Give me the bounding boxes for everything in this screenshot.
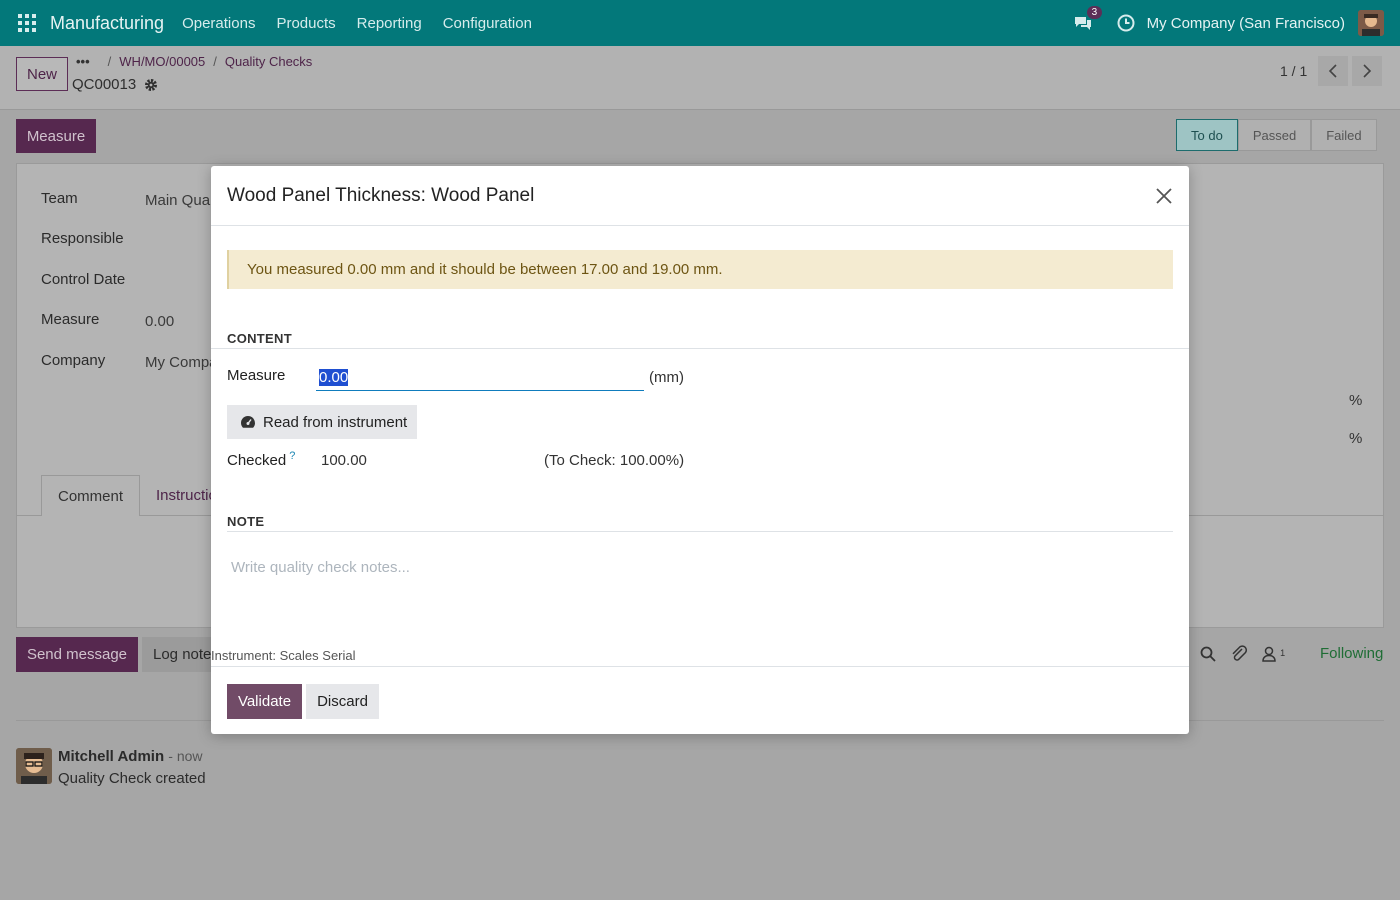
app-brand[interactable]: Manufacturing	[50, 13, 164, 34]
read-from-instrument-label: Read from instrument	[263, 413, 408, 431]
breadcrumb-separator: /	[107, 54, 112, 69]
chat-badge: 3	[1086, 6, 1103, 19]
checked-label-text: Checked	[227, 452, 287, 469]
breadcrumb-separator: /	[213, 54, 217, 69]
dialog-title: Wood Panel Thickness: Wood Panel	[227, 184, 535, 206]
follower-count: 1	[1280, 648, 1286, 658]
user-avatar[interactable]	[1358, 10, 1384, 36]
dialog-header: Wood Panel Thickness: Wood Panel	[211, 166, 1189, 226]
measure-input[interactable]	[316, 364, 644, 391]
control-date-label: Control Date	[41, 271, 126, 288]
message-time: - now	[168, 748, 203, 764]
apps-grid-icon[interactable]	[18, 14, 36, 32]
send-message-button[interactable]: Send message	[16, 637, 138, 672]
to-check-value: (To Check: 100.00%)	[544, 452, 685, 469]
top-navbar: Manufacturing Operations Products Report…	[0, 0, 1400, 46]
company-label: Company	[41, 352, 106, 369]
stage-passed[interactable]: Passed	[1237, 119, 1312, 151]
checked-label: Checked?	[227, 450, 295, 469]
gauge-icon	[241, 416, 255, 428]
menu-configuration[interactable]: Configuration	[443, 15, 532, 32]
chatter-tools: 1	[1200, 645, 1285, 667]
instrument-label: Instrument: Scales Serial	[211, 648, 356, 663]
team-value[interactable]: Main Qua	[145, 192, 210, 209]
close-icon[interactable]	[1153, 185, 1175, 207]
new-button[interactable]: New	[16, 57, 68, 91]
followers-button[interactable]: 1	[1262, 646, 1285, 666]
menu-reporting[interactable]: Reporting	[357, 15, 422, 32]
user-icon	[1262, 646, 1276, 662]
percent-unit: %	[1349, 430, 1363, 447]
menu-operations[interactable]: Operations	[182, 15, 255, 32]
chevron-left-icon	[1328, 64, 1337, 78]
measure-field-label: Measure	[227, 367, 286, 384]
read-from-instrument-button[interactable]: Read from instrument	[227, 405, 417, 439]
measure-action-button[interactable]: Measure	[16, 119, 96, 153]
message-author: Mitchell Admin - now	[58, 748, 203, 765]
quality-check-dialog: Wood Panel Thickness: Wood Panel You mea…	[211, 166, 1189, 734]
record-name: QC00013	[72, 76, 158, 93]
pager-previous-button[interactable]	[1318, 56, 1348, 86]
percent-unit: %	[1349, 392, 1363, 409]
measure-warning-alert: You measured 0.00 mm and it should be be…	[227, 250, 1173, 289]
company-switcher[interactable]: My Company (San Francisco)	[1147, 15, 1345, 32]
stage-todo[interactable]: To do	[1176, 119, 1238, 151]
validate-button[interactable]: Validate	[227, 684, 302, 719]
note-divider	[227, 531, 1173, 532]
activity-clock-icon[interactable]	[1117, 14, 1135, 32]
author-name[interactable]: Mitchell Admin	[58, 748, 164, 765]
discard-button[interactable]: Discard	[306, 684, 379, 719]
gear-icon[interactable]	[144, 78, 158, 92]
note-input[interactable]	[227, 551, 1173, 621]
chevron-right-icon	[1363, 64, 1372, 78]
note-section-title: NOTE	[227, 514, 265, 529]
stage-failed[interactable]: Failed	[1311, 119, 1377, 151]
company-value[interactable]: My Compa	[145, 354, 218, 371]
measure-label: Measure	[41, 311, 100, 328]
checked-value: 100.00	[321, 452, 367, 469]
author-avatar[interactable]	[16, 748, 52, 784]
content-divider	[211, 348, 1189, 349]
following-button[interactable]: Following	[1320, 645, 1383, 662]
responsible-label: Responsible	[41, 230, 124, 247]
breadcrumb: ••• / WH/MO/00005 / Quality Checks	[76, 54, 312, 69]
menu-products[interactable]: Products	[276, 15, 335, 32]
paperclip-icon[interactable]	[1230, 645, 1248, 667]
content-section-title: CONTENT	[227, 331, 292, 346]
record-title: QC00013	[72, 76, 137, 93]
tab-comment[interactable]: Comment	[41, 475, 141, 516]
dialog-footer: Validate Discard	[211, 666, 1189, 734]
breadcrumb-parent[interactable]: WH/MO/00005	[119, 54, 205, 69]
measure-unit: (mm)	[649, 369, 684, 386]
status-bar: To do Passed Failed	[1176, 119, 1377, 151]
message-body: Quality Check created	[58, 770, 206, 787]
log-note-button[interactable]: Log note	[142, 637, 212, 672]
messages-button[interactable]: 3	[1073, 6, 1103, 32]
measure-value[interactable]: 0.00	[145, 313, 174, 330]
pager-value[interactable]: 1 / 1	[1280, 63, 1307, 79]
breadcrumb-current[interactable]: Quality Checks	[225, 54, 312, 69]
search-icon[interactable]	[1200, 646, 1216, 666]
breadcrumb-more[interactable]: •••	[76, 54, 90, 69]
pager-next-button[interactable]	[1352, 56, 1382, 86]
team-label: Team	[41, 190, 78, 207]
help-tooltip-icon[interactable]: ?	[289, 450, 295, 462]
